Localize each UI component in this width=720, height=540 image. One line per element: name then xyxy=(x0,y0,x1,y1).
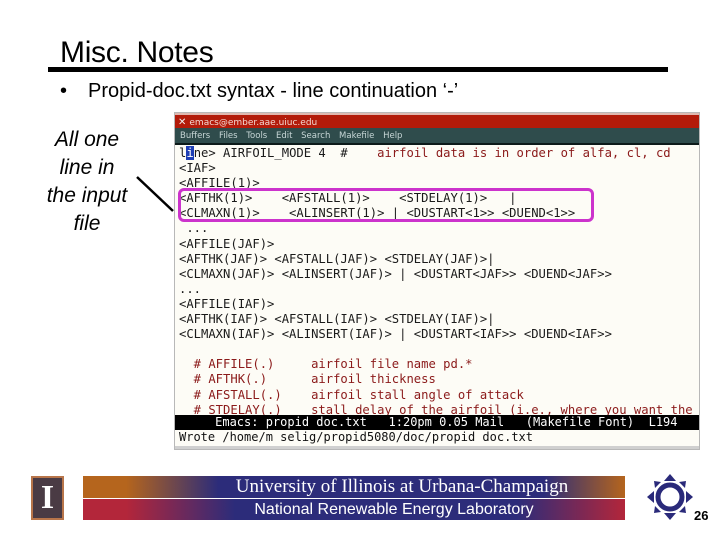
emacs-titlebar[interactable]: ✕ emacs@ember.aae.uiuc.edu xyxy=(175,113,699,128)
comment-text: airfoil data is in order of alfa, cl, cd xyxy=(347,146,671,160)
code-text: <CLMAXN(IAF)> <ALINSERT(IAF)> | <DUSTART… xyxy=(179,327,612,342)
code-text: ... xyxy=(179,281,202,296)
code-text: ne> AIRFOIL_MODE 4 # xyxy=(193,146,348,160)
window-bottom-edge xyxy=(175,446,699,449)
menu-tools[interactable]: Tools xyxy=(246,131,267,141)
menu-makefile[interactable]: Makefile xyxy=(339,131,374,141)
editor-line: <AFFILE(JAF)> xyxy=(179,237,699,252)
emacs-menubar: Buffers Files Tools Edit Search Makefile… xyxy=(175,128,699,145)
code-text: ... xyxy=(179,221,209,236)
comment-text: # AFTHK(.) airfoil thickness xyxy=(179,372,436,387)
editor-line: <IAF> xyxy=(179,161,699,176)
side-note-line: the input xyxy=(46,184,128,207)
minibuffer[interactable]: Wrote /home/m selig/propid5080/doc/propi… xyxy=(175,430,699,445)
code-text: <CLMAXN(JAF)> <ALINSERT(JAF)> | <DUSTART… xyxy=(179,266,612,281)
menu-files[interactable]: Files xyxy=(219,131,238,141)
footer-banner: University of Illinois at Urbana-Champai… xyxy=(83,476,625,520)
editor-line: <CLMAXN(JAF)> <ALINSERT(JAF)> | <DUSTART… xyxy=(179,267,699,282)
text-cursor: i xyxy=(186,146,194,160)
code-text: <IAF> xyxy=(179,161,216,176)
emacs-window[interactable]: ✕ emacs@ember.aae.uiuc.edu Buffers Files … xyxy=(174,112,700,450)
bullet-text: Propid-doc.txt syntax - line continuatio… xyxy=(88,80,459,102)
editor-line: ... xyxy=(179,221,699,236)
side-note-line: All one xyxy=(54,128,120,151)
menu-search[interactable]: Search xyxy=(301,131,330,141)
pointer-arrow-line xyxy=(136,176,174,212)
code-text: <AFFILE(IAF)> xyxy=(179,296,275,311)
editor-line: line> AIRFOIL_MODE 4 # airfoil data is i… xyxy=(179,146,699,161)
side-note-line: file xyxy=(73,212,101,235)
editor-line: ... xyxy=(179,282,699,297)
editor-line: # AFTHK(.) airfoil thickness xyxy=(179,372,699,387)
code-text: <CLMAXN(1)> <ALINSERT(1)> | <DUSTART<1>>… xyxy=(179,206,576,221)
editor-line: <CLMAXN(IAF)> <ALINSERT(IAF)> | <DUSTART… xyxy=(179,327,699,342)
code-text: <AFFILE(1)> xyxy=(179,176,260,191)
uiuc-logo: I xyxy=(31,476,64,520)
editor-line: <CLMAXN(1)> <ALINSERT(1)> | <DUSTART<1>>… xyxy=(179,206,699,221)
editor-line: <AFTHK(1)> <AFSTALL(1)> <STDELAY(1)> | xyxy=(179,191,699,206)
code-text: <AFTHK(1)> <AFSTALL(1)> <STDELAY(1)> | xyxy=(179,191,517,206)
comment-text: # AFFILE(.) airfoil file name pd.* xyxy=(179,357,473,372)
window-title: emacs@ember.aae.uiuc.edu xyxy=(189,118,318,128)
side-note-line: line in xyxy=(59,156,115,179)
bullet-dot-icon: • xyxy=(60,80,68,102)
menu-edit[interactable]: Edit xyxy=(276,131,292,141)
editor-buffer[interactable]: line> AIRFOIL_MODE 4 # airfoil data is i… xyxy=(175,145,699,418)
editor-line: <AFFILE(1)> xyxy=(179,176,699,191)
university-name: University of Illinois at Urbana-Champai… xyxy=(83,476,625,498)
slide-title: Misc. Notes xyxy=(60,36,214,69)
page-number: 26 xyxy=(694,508,709,523)
editor-line: <AFTHK(JAF)> <AFSTALL(JAF)> <STDELAY(JAF… xyxy=(179,252,699,267)
bullet-item: • Propid-doc.txt syntax - line continuati… xyxy=(60,80,458,103)
code-text: <AFTHK(IAF)> <AFSTALL(IAF)> <STDELAY(IAF… xyxy=(179,312,495,327)
menu-help[interactable]: Help xyxy=(383,131,402,141)
editor-line: <AFTHK(IAF)> <AFSTALL(IAF)> <STDELAY(IAF… xyxy=(179,312,699,327)
editor-line: <AFFILE(IAF)> xyxy=(179,297,699,312)
editor-line: # AFFILE(.) airfoil file name pd.* xyxy=(179,357,699,372)
side-note: All one line in the input file xyxy=(28,126,146,238)
comment-text: # AFSTALL(.) airfoil stall angle of atta… xyxy=(179,387,524,402)
nrel-logo-icon xyxy=(647,474,693,520)
editor-line: # AFSTALL(.) airfoil stall angle of atta… xyxy=(179,388,699,403)
x-window-icon: ✕ xyxy=(178,117,187,128)
mode-line: Emacs: propid doc.txt 1:20pm 0.05 Mail (… xyxy=(175,415,699,430)
code-text: <AFTHK(JAF)> <AFSTALL(JAF)> <STDELAY(JAF… xyxy=(179,251,495,266)
lab-name: National Renewable Energy Laboratory xyxy=(83,499,625,520)
title-rule xyxy=(48,67,668,72)
menu-buffers[interactable]: Buffers xyxy=(180,131,210,141)
code-text: <AFFILE(JAF)> xyxy=(179,236,275,251)
